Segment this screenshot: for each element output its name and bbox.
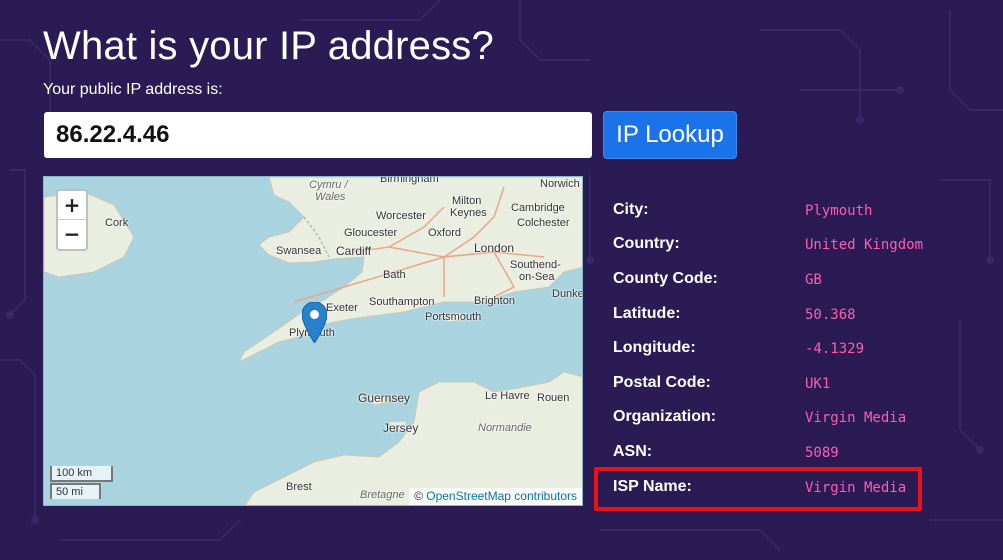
- info-value: United Kingdom: [805, 237, 924, 253]
- map-label-southampton: Southampton: [369, 296, 435, 308]
- map-label-oxford: Oxford: [428, 227, 462, 239]
- map-label-bretagne: Bretagne: [360, 489, 405, 501]
- map-label-cambridge: Cambridge: [511, 202, 565, 214]
- zoom-out-button[interactable]: −: [58, 220, 86, 249]
- info-value: -4.1329: [805, 341, 865, 357]
- map-label-keynes: Keynes: [450, 207, 487, 219]
- info-row-longitude: Longitude: -4.1329: [613, 339, 933, 359]
- ip-subtitle: Your public IP address is:: [43, 81, 223, 98]
- info-key: Latitude:: [613, 305, 681, 322]
- info-key: Postal Code:: [613, 374, 711, 391]
- info-key: Organization:: [613, 408, 717, 425]
- isp-name-highlight-box: [594, 467, 922, 511]
- map-label-rouen: Rouen: [537, 392, 570, 404]
- map-label-london: London: [474, 241, 515, 255]
- info-row-country: Country: United Kingdom: [613, 235, 933, 255]
- info-value: 50.368: [805, 307, 856, 323]
- attribution-copyright: ©: [414, 489, 423, 503]
- map-label-worcester: Worcester: [376, 210, 426, 222]
- map-label-norwich: Norwich: [540, 178, 580, 190]
- info-value: Virgin Media: [805, 410, 907, 426]
- info-value: UK1: [805, 376, 831, 392]
- page-title: What is your IP address?: [43, 24, 494, 68]
- info-row-latitude: Latitude: 50.368: [613, 305, 933, 325]
- map-label-portsmouth: Portsmouth: [425, 311, 482, 323]
- info-row-county-code: County Code: GB: [613, 270, 933, 290]
- info-key: County Code:: [613, 270, 718, 287]
- map-label-bath: Bath: [383, 269, 406, 281]
- map-label-jersey: Jersey: [383, 421, 419, 435]
- info-key: Longitude:: [613, 339, 696, 356]
- zoom-control: + −: [56, 189, 88, 251]
- location-map[interactable]: + − Birmingham Norwich Cymru / Wales Mil…: [43, 176, 583, 506]
- map-label-southend: Southend-: [510, 259, 561, 271]
- map-label-dunkerque: Dunke: [552, 288, 583, 300]
- info-row-organization: Organization: Virgin Media: [613, 408, 933, 428]
- map-label-on-sea: on-Sea: [519, 271, 555, 283]
- scale-km: 100 km: [50, 466, 113, 482]
- map-scale: 100 km 50 mi: [50, 466, 113, 499]
- info-row-asn: ASN: 5089: [613, 443, 933, 463]
- map-label-le-havre: Le Havre: [485, 390, 530, 402]
- map-label-swansea: Swansea: [276, 245, 322, 257]
- info-row-city: City: Plymouth: [613, 201, 933, 221]
- map-label-wales: Wales: [315, 191, 346, 203]
- ip-lookup-button[interactable]: IP Lookup: [603, 111, 737, 159]
- map-label-guernsey: Guernsey: [358, 391, 411, 405]
- info-key: City:: [613, 201, 649, 218]
- map-label-colchester: Colchester: [517, 217, 570, 229]
- info-row-postal-code: Postal Code: UK1: [613, 374, 933, 394]
- map-label-gloucester: Gloucester: [344, 227, 398, 239]
- info-key: Country:: [613, 235, 680, 252]
- location-marker-icon[interactable]: [302, 302, 327, 343]
- map-label-exeter: Exeter: [326, 302, 358, 314]
- ip-address-input[interactable]: [44, 112, 592, 158]
- info-value: GB: [805, 272, 822, 288]
- info-value: Plymouth: [805, 203, 873, 219]
- map-label-brest: Brest: [286, 481, 312, 493]
- info-value: 5089: [805, 445, 839, 461]
- zoom-in-button[interactable]: +: [58, 191, 86, 220]
- map-label-brighton: Brighton: [474, 295, 515, 307]
- osm-attribution-link[interactable]: OpenStreetMap contributors: [426, 489, 577, 503]
- scale-mi: 50 mi: [50, 483, 101, 499]
- map-label-cardiff: Cardiff: [336, 244, 372, 258]
- map-attribution: © OpenStreetMap contributors: [409, 488, 582, 505]
- map-label-cork: Cork: [105, 217, 129, 229]
- map-label-milton: Milton: [452, 195, 482, 207]
- map-label-cymru: Cymru /: [309, 179, 348, 191]
- map-label-birmingham: Birmingham: [380, 176, 439, 185]
- map-label-normandie: Normandie: [478, 422, 532, 434]
- info-key: ASN:: [613, 443, 653, 460]
